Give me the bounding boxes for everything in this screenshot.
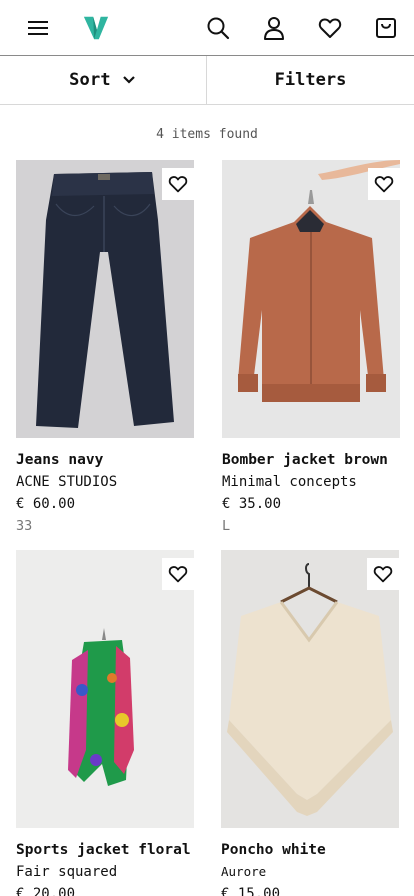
product-card[interactable]: Bomber jacket brown Minimal concepts € 3… bbox=[222, 160, 400, 540]
product-brand: Fair squared bbox=[16, 864, 118, 880]
chevron-down-icon bbox=[123, 73, 137, 87]
product-name[interactable]: Poncho white bbox=[221, 842, 399, 864]
menu-icon[interactable] bbox=[24, 14, 52, 42]
product-card[interactable]: Jeans navy ACNE STUDIOS € 60.00 33 bbox=[16, 160, 194, 540]
filters-button[interactable]: Filters bbox=[207, 56, 414, 104]
search-icon[interactable] bbox=[204, 14, 232, 42]
filters-label: Filters bbox=[274, 70, 347, 90]
favorite-button[interactable] bbox=[162, 558, 194, 590]
sort-filter-bar: Sort Filters bbox=[0, 56, 414, 105]
top-navigation-bar bbox=[0, 0, 414, 56]
heart-icon bbox=[373, 566, 393, 583]
brand-logo[interactable] bbox=[82, 14, 110, 42]
product-card[interactable]: Poncho white Aurore € 15.00 bbox=[221, 550, 399, 896]
sort-label: Sort bbox=[69, 70, 111, 90]
product-price: € 60.00 bbox=[16, 496, 76, 512]
favorite-button[interactable] bbox=[368, 168, 400, 200]
results-count: 4 items found bbox=[156, 127, 258, 142]
product-name[interactable]: Bomber jacket brown bbox=[222, 452, 400, 474]
heart-icon bbox=[374, 176, 394, 193]
heart-icon bbox=[168, 566, 188, 583]
product-card[interactable]: Sports jacket floral Fair squared € 20.0… bbox=[16, 550, 194, 896]
bag-icon[interactable] bbox=[372, 14, 400, 42]
heart-icon bbox=[168, 176, 188, 193]
product-size: 33 bbox=[16, 518, 33, 534]
user-icon[interactable] bbox=[260, 14, 288, 42]
heart-icon[interactable] bbox=[316, 14, 344, 42]
product-brand: ACNE STUDIOS bbox=[16, 474, 118, 490]
product-price: € 35.00 bbox=[222, 496, 282, 512]
product-image[interactable] bbox=[16, 550, 194, 828]
product-name[interactable]: Jeans navy bbox=[16, 452, 194, 474]
product-image[interactable] bbox=[221, 550, 399, 828]
product-image[interactable] bbox=[222, 160, 400, 438]
product-brand: Aurore bbox=[221, 864, 267, 879]
product-price: € 15.00 bbox=[221, 886, 281, 896]
product-name[interactable]: Sports jacket floral bbox=[16, 842, 194, 864]
favorite-button[interactable] bbox=[162, 168, 194, 200]
product-image[interactable] bbox=[16, 160, 194, 438]
product-price: € 20.00 bbox=[16, 886, 76, 896]
product-brand: Minimal concepts bbox=[222, 474, 357, 490]
favorite-button[interactable] bbox=[367, 558, 399, 590]
sort-button[interactable]: Sort bbox=[0, 56, 207, 104]
product-size: L bbox=[222, 518, 231, 534]
